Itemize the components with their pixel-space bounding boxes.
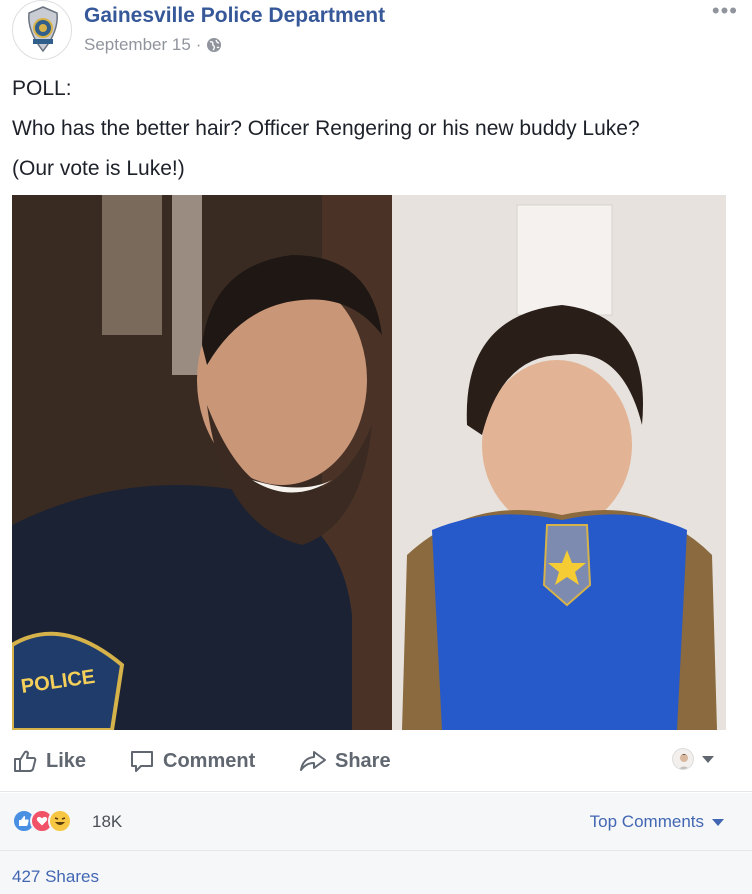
comment-sort-dropdown[interactable]: Top Comments xyxy=(590,812,724,832)
comment-bubble-icon xyxy=(131,751,153,772)
page-name-link[interactable]: Gainesville Police Department xyxy=(84,4,385,28)
shares-count-link[interactable]: 427 Shares xyxy=(12,867,99,887)
post-actions-bar: Like Comment Share xyxy=(0,730,752,792)
reactions-summary: 18K Top Comments xyxy=(0,793,752,851)
post-as-selector[interactable] xyxy=(672,748,714,770)
chevron-down-icon xyxy=(702,755,714,763)
comment-sort-label: Top Comments xyxy=(589,812,704,831)
haha-reaction-icon xyxy=(48,809,72,833)
officer-and-child-photo: POLICE xyxy=(12,195,726,730)
comment-button[interactable]: Comment xyxy=(129,748,255,774)
post-meta: September 15 · xyxy=(84,35,222,55)
post-text-line: (Our vote is Luke!) xyxy=(12,157,185,180)
post-header: Gainesville Police Department September … xyxy=(0,0,752,70)
like-label: Like xyxy=(46,749,87,772)
like-button[interactable]: Like xyxy=(12,748,86,774)
meta-separator: · xyxy=(195,35,202,54)
globe-icon[interactable] xyxy=(206,37,222,53)
user-avatar xyxy=(672,748,694,770)
post-message: POLL: Who has the better hair? Officer R… xyxy=(12,78,740,198)
reaction-count[interactable]: 18K xyxy=(92,812,122,832)
comment-label: Comment xyxy=(163,749,256,772)
share-label: Share xyxy=(335,749,391,772)
post-date[interactable]: September 15 xyxy=(84,35,191,55)
post-photo[interactable]: POLICE xyxy=(12,195,726,730)
shares-summary: 427 Shares xyxy=(0,851,752,894)
reaction-icons[interactable] xyxy=(12,809,72,833)
user-avatar-image xyxy=(678,754,690,769)
share-arrow-icon xyxy=(300,751,326,771)
share-button[interactable]: Share xyxy=(299,748,391,774)
more-options-icon[interactable]: ••• xyxy=(712,0,738,22)
chevron-down-icon xyxy=(712,818,724,826)
thumbs-up-icon xyxy=(14,750,37,772)
page-avatar[interactable] xyxy=(12,0,72,60)
post-text-line: Who has the better hair? Officer Rengeri… xyxy=(12,117,640,140)
police-badge-logo xyxy=(28,6,58,53)
facebook-post: Gainesville Police Department September … xyxy=(0,0,752,894)
post-text-line: POLL: xyxy=(12,77,72,100)
